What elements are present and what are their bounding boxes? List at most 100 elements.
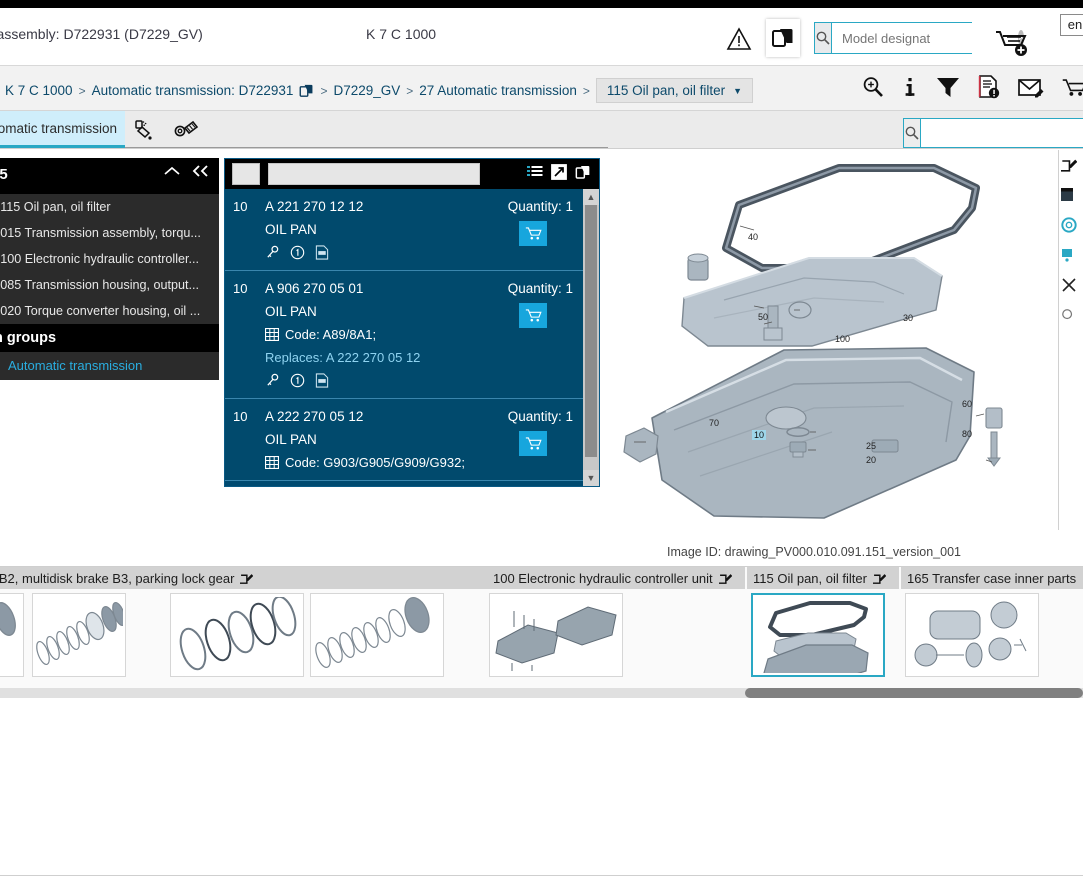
cart-icon	[525, 308, 542, 323]
filter-search-button[interactable]	[904, 119, 921, 147]
copy-documents-button[interactable]	[766, 19, 800, 57]
subgroup-nav-panel: p 5 - 115 Oil pan, oil filter	[0, 158, 219, 380]
pin-button[interactable]	[1059, 240, 1083, 270]
window-button[interactable]	[1059, 180, 1083, 210]
callout-50[interactable]: 50	[758, 312, 768, 322]
breadcrumb-item-group[interactable]: D7229_GV	[333, 83, 400, 98]
part-code-label: Code: G903/G905/G909/G932;	[285, 455, 465, 470]
chevron-double-left-icon[interactable]	[191, 164, 211, 178]
thumbnail-item-selected[interactable]	[751, 593, 885, 677]
nav-item-1[interactable]: - 015 Transmission assembly, torqu...	[0, 220, 219, 246]
close-button[interactable]	[1059, 270, 1083, 300]
nav-item-4[interactable]: - 020 Torque converter housing, oil ...	[0, 298, 219, 324]
parts-filter-input[interactable]	[268, 163, 480, 185]
model-search-input[interactable]	[832, 23, 1018, 53]
callout-80[interactable]: 80	[962, 429, 972, 439]
parts-list-scrollbar[interactable]: ▲ ▼	[583, 189, 599, 486]
breadcrumb-item-subgroup[interactable]: 27 Automatic transmission	[419, 83, 577, 98]
thumbnail-item[interactable]	[0, 593, 24, 677]
zoom-in-icon[interactable]	[861, 75, 885, 99]
nav-panel-footer	[0, 378, 219, 380]
search-button[interactable]	[815, 23, 832, 53]
nav-item-label: 015 Transmission assembly, torqu...	[0, 226, 201, 240]
magnifier-button[interactable]	[1059, 300, 1083, 330]
scrollbar-thumb[interactable]	[745, 688, 1083, 698]
number-one-circle-icon[interactable]	[290, 373, 305, 388]
key-search-icon[interactable]	[265, 245, 280, 260]
breadcrumb-dropdown[interactable]: 115 Oil pan, oil filter ▼	[595, 78, 754, 103]
thumbnail-item[interactable]	[170, 593, 304, 677]
chevron-up-icon[interactable]	[163, 164, 181, 178]
callout-40[interactable]: 40	[748, 232, 758, 242]
breadcrumb-item-transmission[interactable]: Automatic transmission: D722931	[92, 83, 294, 98]
quantity-value: 1	[565, 281, 573, 296]
target-circle-icon	[1061, 217, 1077, 233]
bottom-canvas	[0, 700, 1083, 881]
edit-square-button[interactable]	[1059, 150, 1083, 180]
language-selector[interactable]: en	[1060, 14, 1083, 36]
list-view-icon[interactable]	[527, 164, 543, 180]
thumb-group-label-hydraulic: 100 Electronic hydraulic controller unit	[487, 567, 745, 589]
filter-icon[interactable]	[935, 75, 961, 99]
exploded-view-drawing[interactable]: 40 50 30 100 60 70 80 10 25 20	[604, 150, 1064, 550]
callout-70[interactable]: 70	[709, 418, 719, 428]
search-icon	[904, 125, 920, 141]
scrollbar-thumb[interactable]	[585, 205, 597, 457]
filter-search-input[interactable]	[921, 119, 1083, 147]
image-id-label: Image ID: drawing_PV000.010.091.151_vers…	[667, 545, 961, 559]
cart-add-button[interactable]	[994, 28, 1032, 58]
thumbnail-item[interactable]	[310, 593, 444, 677]
callout-100[interactable]: 100	[835, 334, 850, 344]
callout-25[interactable]: 25	[866, 441, 876, 451]
callout-60[interactable]: 60	[962, 399, 972, 409]
cart-icon	[525, 226, 542, 241]
document-alert-icon[interactable]	[977, 74, 1001, 100]
scroll-up-arrow[interactable]: ▲	[583, 189, 599, 205]
select-all-checkbox[interactable]	[232, 163, 260, 185]
key-search-icon[interactable]	[265, 373, 280, 388]
nav-item-2[interactable]: - 100 Electronic hydraulic controller...	[0, 246, 219, 272]
parts-list-body[interactable]: 10 A 221 270 12 12 OIL PAN Quantity: 1 1…	[225, 189, 585, 486]
edit-square-icon[interactable]	[872, 572, 886, 585]
wis-document-icon[interactable]	[315, 245, 329, 260]
part-replaces[interactable]: Replaces: A 222 270 05 12	[265, 350, 585, 365]
model-search-box[interactable]: ×	[814, 22, 1025, 54]
tab-automatic-transmission[interactable]: tomatic transmission	[0, 111, 125, 148]
info-icon[interactable]	[901, 75, 919, 99]
copy-documents-icon[interactable]	[299, 83, 314, 98]
part-row[interactable]: 10 A 221 270 12 12 OIL PAN Quantity: 1	[225, 189, 585, 271]
mail-edit-icon[interactable]	[1017, 75, 1045, 99]
parts-filter-search[interactable]	[903, 118, 1083, 148]
callout-20[interactable]: 20	[866, 455, 876, 465]
expand-icon[interactable]	[551, 164, 567, 180]
add-to-cart-button[interactable]	[519, 303, 547, 328]
callout-10-selected[interactable]: 10	[752, 430, 767, 440]
thumbnail-item[interactable]	[905, 593, 1039, 677]
edit-square-icon[interactable]	[240, 572, 254, 585]
number-one-circle-icon[interactable]	[290, 245, 305, 260]
breadcrumb-item-model[interactable]: K 7 C 1000	[5, 83, 73, 98]
add-to-cart-button[interactable]	[519, 221, 547, 246]
copy-documents-icon[interactable]	[575, 164, 591, 180]
nav-link-label: Automatic transmission	[8, 357, 143, 373]
nav-subheading-label: in groups	[0, 330, 57, 346]
part-row[interactable]: 10 A 222 270 05 12 OIL PAN Code: G903/G9…	[225, 399, 585, 481]
part-row[interactable]: 10 A 906 270 05 01 OIL PAN Code: A89/8A1…	[225, 271, 585, 399]
thumbnail-item[interactable]	[32, 593, 126, 677]
fastener-icon[interactable]	[174, 118, 200, 142]
nav-link-automatic-transmission[interactable]: Automatic transmission	[0, 352, 219, 378]
target-circle-button[interactable]	[1059, 210, 1083, 240]
cart-icon[interactable]	[1061, 75, 1083, 99]
add-to-cart-button[interactable]	[519, 431, 547, 456]
scroll-down-arrow[interactable]: ▼	[583, 470, 599, 486]
thumbnail-item[interactable]	[489, 593, 623, 677]
thumb-group-text: 165 Transfer case inner parts	[907, 570, 1077, 586]
warning-triangle-icon[interactable]	[726, 26, 752, 52]
edit-square-icon[interactable]	[718, 572, 732, 585]
paint-code-icon[interactable]	[132, 118, 156, 142]
wis-document-icon[interactable]	[315, 373, 329, 388]
callout-30[interactable]: 30	[903, 313, 913, 323]
thumbnail-strip-scrollbar[interactable]	[0, 688, 1083, 698]
nav-item-0[interactable]: - 115 Oil pan, oil filter	[0, 194, 219, 220]
nav-item-3[interactable]: - 085 Transmission housing, output...	[0, 272, 219, 298]
